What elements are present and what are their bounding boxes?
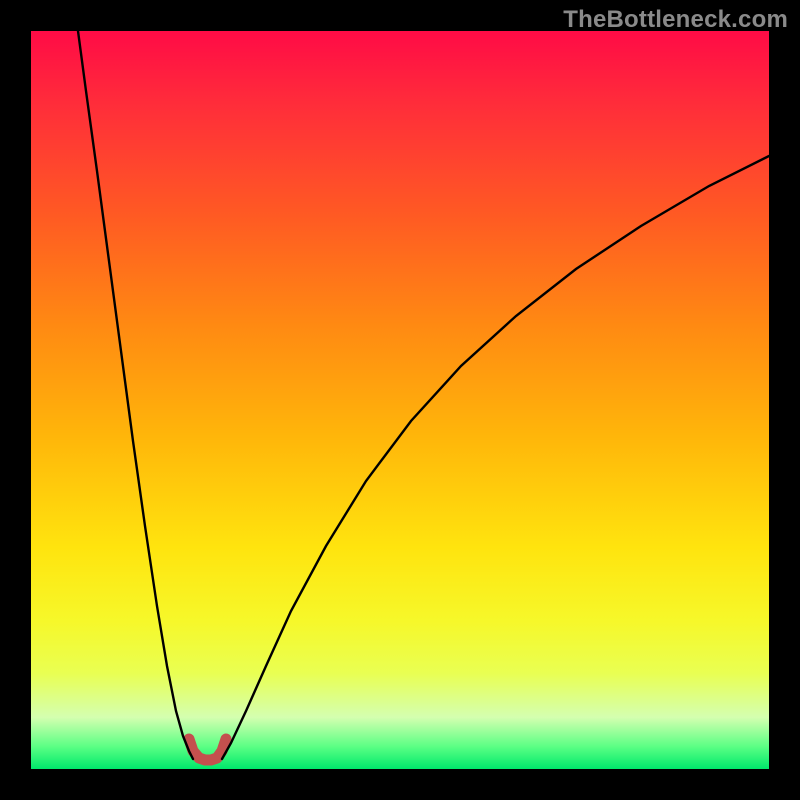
right-branch-path: [222, 156, 769, 759]
chart-frame: TheBottleneck.com: [0, 0, 800, 800]
watermark-text: TheBottleneck.com: [563, 6, 788, 34]
left-branch-path: [78, 31, 193, 759]
cusp-marker-path: [189, 739, 226, 760]
plot-area: [31, 31, 769, 769]
curve-layer: [31, 31, 769, 769]
